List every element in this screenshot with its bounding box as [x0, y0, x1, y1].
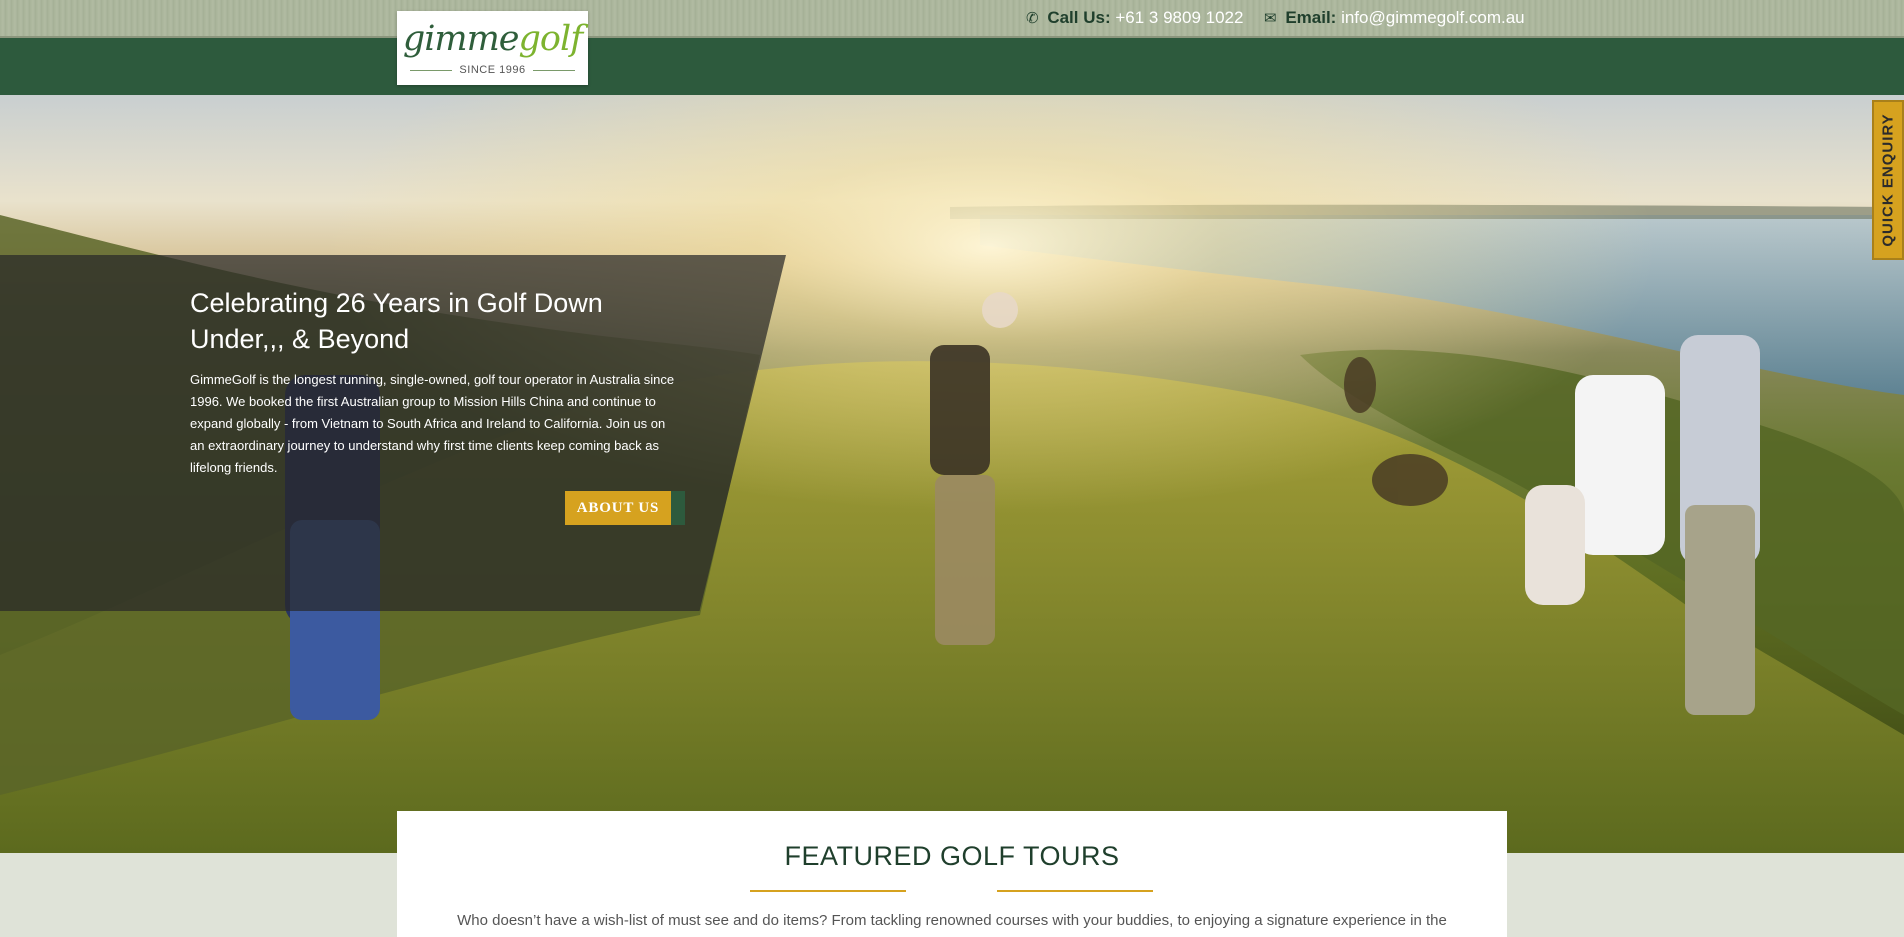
email-label: Email: — [1285, 8, 1337, 27]
hero-banner: Celebrating 26 Years in Golf Down Under,… — [0, 95, 1904, 853]
featured-title: FEATURED GOLF TOURS — [784, 841, 1120, 871]
quick-enquiry-label: QUICK ENQUIRY — [1879, 113, 1897, 247]
envelope-icon: ✉ — [1264, 10, 1277, 27]
phone-label: Call Us: — [1047, 8, 1111, 27]
logo-part-golf: golf — [518, 19, 584, 59]
email-address[interactable]: info@gimmegolf.com.au — [1341, 8, 1525, 27]
logo-since: SINCE 1996 — [397, 64, 588, 76]
logo-wordmark: gimmegolf — [397, 19, 588, 59]
hero-title: Celebrating 26 Years in Golf Down Under,… — [190, 288, 603, 354]
site-logo[interactable]: gimmegolf SINCE 1996 — [397, 11, 588, 85]
logo-part-gimme: gimme — [402, 19, 520, 59]
about-us-button[interactable]: ABOUT US — [565, 491, 685, 525]
title-divider-left — [750, 890, 906, 892]
featured-tours-section: FEATURED GOLF TOURS Who doesn’t have a w… — [397, 811, 1507, 937]
email-contact[interactable]: ✉ Email: info@gimmegolf.com.au — [1264, 8, 1525, 28]
title-divider-right — [997, 890, 1153, 892]
featured-intro-text: Who doesn’t have a wish-list of must see… — [457, 912, 1447, 929]
phone-contact[interactable]: ✆ Call Us: +61 3 9809 1022 — [1026, 8, 1243, 28]
hero-intro-panel: Celebrating 26 Years in Golf Down Under,… — [0, 255, 786, 611]
main-nav-bar — [0, 38, 1904, 95]
quick-enquiry-tab[interactable]: QUICK ENQUIRY — [1872, 100, 1904, 260]
phone-number[interactable]: +61 3 9809 1022 — [1115, 8, 1243, 27]
top-contact-bar: ✆ Call Us: +61 3 9809 1022 ✉ Email: info… — [0, 0, 1904, 38]
phone-icon: ✆ — [1026, 10, 1039, 27]
hero-description: GimmeGolf is the longest running, single… — [190, 372, 675, 475]
